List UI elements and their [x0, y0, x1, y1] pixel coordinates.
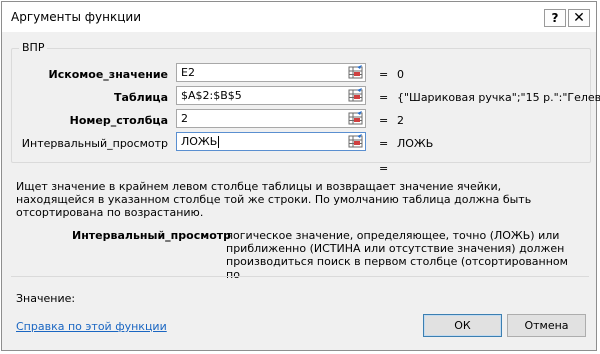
current-arg-name: Интервальный_просмотр	[72, 229, 232, 242]
cancel-button[interactable]: Отмена	[507, 314, 586, 337]
dialog-title: Аргументы функции	[11, 10, 142, 24]
table-input[interactable]: $A$2:$B$5	[176, 86, 366, 105]
range-selector-icon[interactable]	[348, 65, 364, 80]
function-name-label: ВПР	[19, 41, 48, 54]
arg-result: 0	[397, 68, 404, 81]
range-lookup-value: ЛОЖЬ	[181, 135, 218, 148]
range-selector-icon[interactable]	[348, 111, 364, 126]
arg-eq: =	[379, 68, 389, 81]
text-caret	[218, 136, 220, 148]
lookup-value-text: E2	[181, 66, 195, 79]
column-index-text: 2	[181, 112, 188, 125]
arg-eq: =	[379, 137, 389, 150]
range-lookup-text: ЛОЖЬ	[181, 135, 220, 148]
value-label: Значение:	[16, 292, 76, 305]
ok-button[interactable]: ОК	[423, 314, 502, 337]
arg-label-lookup-value: Искомое_значение	[48, 68, 168, 81]
function-arguments-dialog: Аргументы функции ? ✕ ВПР Искомое_значен…	[1, 1, 600, 351]
divider	[11, 276, 589, 277]
range-selector-icon[interactable]	[348, 88, 364, 103]
arg-eq: =	[379, 114, 389, 127]
range-selector-icon[interactable]	[348, 134, 364, 149]
function-description: Ищет значение в крайнем левом столбце та…	[16, 180, 532, 219]
function-help-link[interactable]: Справка по этой функции	[16, 320, 167, 333]
column-index-input[interactable]: 2	[176, 109, 366, 128]
title-bar: Аргументы функции ? ✕	[2, 2, 596, 32]
arg-result: ЛОЖЬ	[397, 137, 434, 150]
arg-eq: =	[379, 91, 389, 104]
arg-label-table: Таблица	[114, 91, 168, 104]
table-text: $A$2:$B$5	[181, 89, 242, 102]
close-button[interactable]: ✕	[568, 9, 590, 27]
help-button[interactable]: ?	[544, 9, 566, 27]
range-lookup-input[interactable]: ЛОЖЬ	[176, 132, 366, 151]
current-arg-description: логическое значение, определяющее, точно…	[226, 229, 568, 281]
arg-result: 2	[397, 114, 404, 127]
arg-label-range-lookup: Интервальный_просмотр	[21, 137, 168, 150]
formula-result-eq: =	[379, 162, 389, 175]
arg-result: {"Шариковая ручка";"15 р.":"Гелев	[397, 91, 600, 104]
lookup-value-input[interactable]: E2	[176, 63, 366, 82]
arg-label-column-index: Номер_столбца	[69, 114, 168, 127]
